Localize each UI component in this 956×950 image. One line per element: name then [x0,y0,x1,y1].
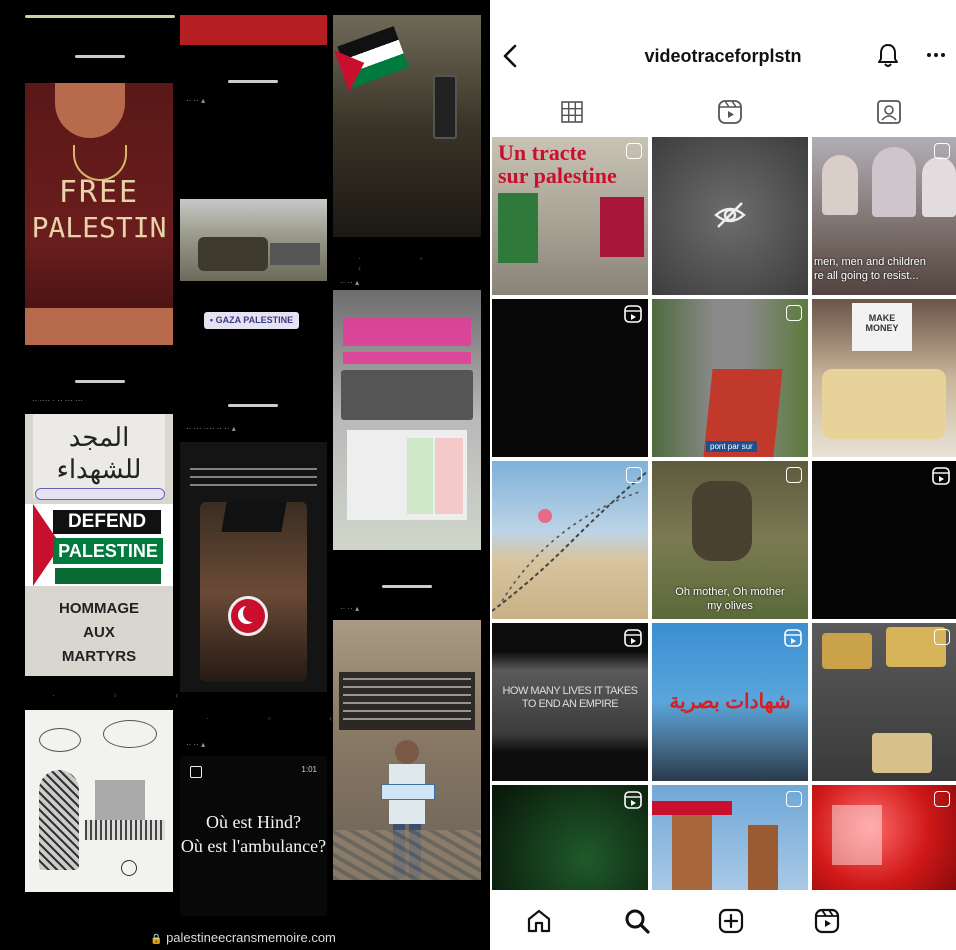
reel-thumbnail[interactable] [492,785,648,890]
instagram-profile: videotraceforplstn Un tracte sur palesti… [490,0,956,950]
reel-icon [624,629,642,647]
search-icon[interactable] [623,907,651,935]
reel-caption: شهادات بصرية [669,691,791,713]
reel-caption: Oh mother, Oh mother my olives [675,586,785,612]
reel-thumbnail[interactable]: شهادات بصرية [652,623,808,781]
tab-tagged[interactable] [876,99,902,125]
poster-arabic-1: المجد [68,422,130,452]
reel-caption: MAKE MONEY [865,313,899,333]
reel-icon [624,791,642,809]
footer-url: 🔒 palestineecransmemoire.com [150,930,336,945]
gaza-palestine-tag: • GAZA PALESTINE [204,312,299,329]
reel-icon [932,467,950,485]
tank-crowd-image [180,199,327,281]
hind-story: 1:01 Où est Hind? Où est l'ambulance? [180,756,327,916]
gaza-palestine-label: • GAZA PALESTINE [209,315,294,325]
tshirt-text-line2: PALESTIN [31,211,167,244]
story-collage: FREE PALESTIN ·· ···· · ·· ··· ··· المجد… [0,0,490,950]
reel-caption: HOW MANY LIVES IT TAKES TO END AN EMPIRE [502,685,638,710]
create-icon[interactable] [718,908,744,934]
hind-text-line1: Où est Hind? [206,812,301,832]
profile-tabs [490,90,956,132]
reel-icon [626,467,642,483]
poster-defend: DEFEND [53,510,161,534]
more-options-icon[interactable] [926,52,946,58]
red-crescent-icon [228,596,268,636]
reel-icon [624,305,642,323]
reels-nav-icon[interactable] [814,908,840,934]
reel-icon [626,143,642,159]
profile-header: videotraceforplstn [490,30,956,80]
reel-caption: pont par sur [706,441,757,452]
reel-thumbnail[interactable]: Un tracte sur palestine [492,137,648,295]
cartoon-drawing-image [25,710,173,892]
tab-reels[interactable] [717,99,743,125]
story-reel-icon [190,766,202,778]
reel-thumbnail[interactable]: HOW MANY LIVES IT TAKES TO END AN EMPIRE [492,623,648,781]
reel-icon [934,143,950,159]
reel-icon [786,305,802,321]
reel-thumbnail[interactable] [492,299,648,457]
home-icon[interactable] [526,908,552,934]
red-banner-image [180,15,327,45]
hidden-content-icon [714,202,746,228]
reel-icon [784,629,802,647]
reels-grid: Un tracte sur palestine men, men and chi… [490,137,956,890]
reel-thumbnail[interactable]: Oh mother, Oh mother my olives [652,461,808,619]
martyrs-poster-image: المجد للشهداء DEFEND PALESTINE HOMMAGE A… [25,414,173,676]
graduate-girl-story [180,442,327,692]
reel-thumbnail[interactable] [812,461,956,619]
protest-flag-image [333,15,481,237]
tab-grid[interactable] [560,100,584,124]
poster-hommage-2: AUX [83,624,115,641]
free-palestine-tshirt-image: FREE PALESTIN [25,83,173,345]
reel-thumbnail[interactable] [652,137,808,295]
poster-hommage-1: HOMMAGE [59,600,139,617]
poster-arabic-2: للشهداء [56,454,142,484]
reel-icon [934,629,950,645]
reel-thumbnail[interactable]: MAKE MONEY [812,299,956,457]
poster-palestine: PALESTINE [53,538,163,564]
reel-thumbnail[interactable] [492,461,648,619]
rubble-man-image [333,620,481,880]
bottom-nav [490,890,956,950]
poster-hommage-3: MARTYRS [61,648,137,665]
reel-thumbnail[interactable] [812,623,956,781]
reel-thumbnail[interactable] [812,785,956,890]
reel-icon [934,791,950,807]
reel-icon [786,467,802,483]
reel-thumbnail[interactable]: men, men and children re all going to re… [812,137,956,295]
lock-icon: 🔒 [150,934,163,945]
tshirt-text-line1: FREE [58,175,140,210]
bell-icon[interactable] [877,42,899,68]
reel-thumbnail[interactable]: pont par sur [652,299,808,457]
reel-icon [786,791,802,807]
article-screenshot-story [333,290,481,550]
reel-thumbnail[interactable] [652,785,808,890]
reel-caption: men, men and children re all going to re… [814,256,926,282]
hind-text-line2: Où est l'ambulance? [180,836,327,856]
